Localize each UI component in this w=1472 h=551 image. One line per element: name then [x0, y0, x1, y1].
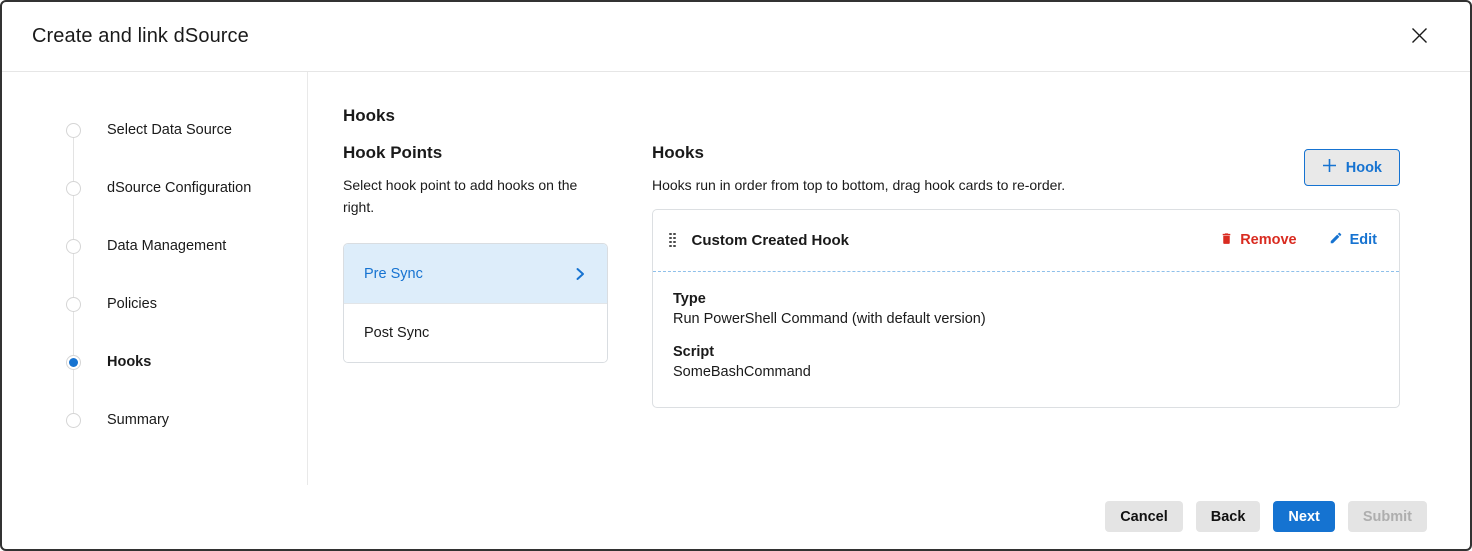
hooks-step-content: Hooks Hook Points Select hook point to a… [308, 72, 1470, 485]
submit-button[interactable]: Submit [1348, 501, 1427, 532]
step-label: Summary [107, 412, 169, 428]
hook-field-type: Type Run PowerShell Command (with defaul… [673, 291, 1379, 327]
field-value: Run PowerShell Command (with default ver… [673, 311, 1379, 327]
hook-point-label: Pre Sync [364, 266, 423, 282]
page-title: Hooks [343, 106, 1400, 126]
pencil-icon [1329, 231, 1343, 249]
step-label: dSource Configuration [107, 180, 251, 196]
dialog-footer: Cancel Back Next Submit [1105, 501, 1427, 532]
wizard-stepper: Select Data Source dSource Configuration… [2, 72, 308, 485]
hook-card-body: Type Run PowerShell Command (with defaul… [653, 272, 1399, 407]
dialog-header: Create and link dSource [2, 2, 1470, 72]
hook-card-header: Custom Created Hook Remove [653, 210, 1399, 272]
step-label: Hooks [107, 354, 151, 370]
chevron-right-icon [573, 267, 587, 281]
step-label: Data Management [107, 238, 226, 254]
hook-point-pre-sync[interactable]: Pre Sync [344, 244, 607, 303]
close-button[interactable] [1406, 22, 1433, 52]
add-hook-button-label: Hook [1346, 160, 1382, 176]
step-data-management[interactable]: Data Management [66, 217, 307, 275]
dialog-body: Select Data Source dSource Configuration… [2, 72, 1470, 485]
edit-label: Edit [1350, 232, 1377, 248]
hooks-panel-description: Hooks run in order from top to bottom, d… [652, 175, 1065, 197]
step-hooks[interactable]: Hooks [66, 333, 307, 391]
step-circle-icon [66, 239, 81, 254]
drag-handle-icon[interactable] [669, 233, 676, 248]
stepper-connector-line [73, 130, 74, 420]
remove-label: Remove [1240, 232, 1296, 248]
add-hook-button[interactable]: Hook [1304, 149, 1400, 186]
hook-point-post-sync[interactable]: Post Sync [344, 303, 607, 362]
dialog-title: Create and link dSource [32, 25, 249, 48]
trash-icon [1220, 231, 1233, 250]
cancel-button[interactable]: Cancel [1105, 501, 1183, 532]
hooks-panel: Hooks Hooks run in order from top to bot… [652, 143, 1400, 408]
field-value: SomeBashCommand [673, 364, 1379, 380]
step-select-data-source[interactable]: Select Data Source [66, 101, 307, 159]
step-circle-icon [66, 181, 81, 196]
hook-point-label: Post Sync [364, 325, 429, 341]
step-circle-icon [66, 297, 81, 312]
step-circle-icon [66, 123, 81, 138]
hooks-panel-title: Hooks [652, 143, 1065, 163]
close-icon [1410, 26, 1429, 48]
back-button[interactable]: Back [1196, 501, 1261, 532]
create-dsource-dialog: Create and link dSource Select Data Sour… [0, 0, 1472, 551]
field-label: Script [673, 344, 1379, 360]
step-dsource-configuration[interactable]: dSource Configuration [66, 159, 307, 217]
edit-hook-button[interactable]: Edit [1329, 231, 1377, 249]
hook-card: Custom Created Hook Remove [652, 209, 1400, 408]
remove-hook-button[interactable]: Remove [1220, 231, 1296, 250]
hook-points-title: Hook Points [343, 143, 608, 163]
plus-icon [1322, 158, 1337, 177]
step-label: Policies [107, 296, 157, 312]
hook-points-list: Pre Sync Post Sync [343, 243, 608, 363]
field-label: Type [673, 291, 1379, 307]
next-button[interactable]: Next [1273, 501, 1334, 532]
step-summary[interactable]: Summary [66, 391, 307, 449]
step-label: Select Data Source [107, 122, 232, 138]
step-circle-active-icon [66, 355, 81, 370]
hook-card-title: Custom Created Hook [692, 232, 850, 249]
hook-points-section: Hook Points Select hook point to add hoo… [343, 143, 608, 408]
step-circle-icon [66, 413, 81, 428]
step-policies[interactable]: Policies [66, 275, 307, 333]
hook-field-script: Script SomeBashCommand [673, 344, 1379, 380]
hook-points-description: Select hook point to add hooks on the ri… [343, 175, 608, 218]
